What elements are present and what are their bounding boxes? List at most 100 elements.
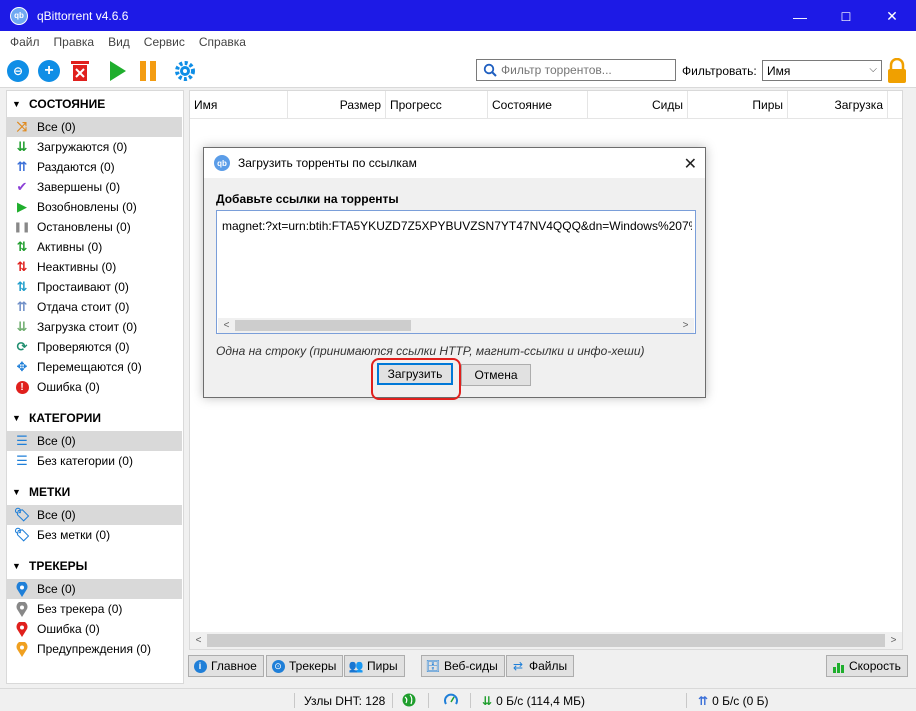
menu-view[interactable]: Вид	[101, 35, 137, 49]
category-uncategorized[interactable]: ☰ Без категории (0)	[7, 451, 182, 471]
tab-peers[interactable]: 👥 Пиры	[344, 655, 405, 677]
menu-bar: Файл Правка Вид Сервис Справка	[0, 31, 916, 53]
shuffle-icon: ⤨	[16, 119, 28, 134]
links-textarea[interactable]: magnet:?xt=urn:btih:FTA5YKUZD7Z5XPYBUVZS…	[216, 210, 696, 334]
tab-webseeds[interactable]: 🗄 Веб-сиды	[421, 655, 505, 677]
links-text-value: magnet:?xt=urn:btih:FTA5YKUZD7Z5XPYBUVZS…	[222, 219, 692, 233]
tracker-trackerless[interactable]: Без трекера (0)	[7, 599, 182, 619]
stalled-arrows-icon: ⇅	[16, 279, 28, 294]
tracker-all[interactable]: Все (0)	[7, 579, 182, 599]
menu-edit[interactable]: Правка	[47, 35, 102, 49]
list-icon: ☰	[16, 453, 28, 468]
sidebar: ▼ СОСТОЯНИЕ ⤨ Все (0) ⇊ Загружаются (0) ⇈ Ра…	[6, 90, 184, 684]
caret-down-icon: ▼	[12, 561, 21, 571]
column-progress[interactable]: Прогресс	[386, 91, 488, 119]
column-seeds[interactable]: Сиды	[588, 91, 688, 119]
status-downloading[interactable]: ⇊ Загружаются (0)	[7, 137, 182, 157]
download-from-urls-dialog: qb Загрузить торренты по ссылкам ✕ Добав…	[203, 147, 706, 400]
status-resumed[interactable]: ▶ Возобновлены (0)	[7, 197, 182, 217]
webseeds-icon: 🗄	[425, 659, 441, 673]
horizontal-scrollbar[interactable]: < >	[190, 632, 902, 649]
section-tags-header[interactable]: ▼ МЕТКИ	[7, 485, 70, 499]
column-status[interactable]: Состояние	[488, 91, 588, 119]
status-inactive[interactable]: ⇅ Неактивны (0)	[7, 257, 182, 277]
error-icon: !	[14, 379, 30, 395]
links-label: Добавьте ссылки на торренты	[216, 192, 399, 206]
tab-general[interactable]: i Главное	[188, 655, 264, 677]
links-hint: Одна на строку (принимаются ссылки HTTP,…	[216, 344, 645, 358]
scroll-right-icon[interactable]: >	[677, 318, 694, 333]
delete-icon[interactable]	[68, 59, 92, 83]
scrollbar-thumb[interactable]	[207, 634, 885, 647]
menu-help[interactable]: Справка	[192, 35, 253, 49]
menu-tools[interactable]: Сервис	[137, 35, 192, 49]
close-button[interactable]: ✕	[869, 1, 915, 32]
dialog-title-bar: qb Загрузить торренты по ссылкам ✕	[204, 148, 705, 178]
app-logo-icon: qb	[213, 154, 231, 172]
column-size[interactable]: Размер	[288, 91, 386, 119]
tracker-error[interactable]: Ошибка (0)	[7, 619, 182, 639]
caret-down-icon: ▼	[12, 487, 21, 497]
pause-icon[interactable]	[136, 59, 160, 83]
tag-untagged[interactable]: 🏷 Без метки (0)	[7, 525, 182, 545]
globe-icon[interactable]	[402, 693, 416, 707]
dialog-close-icon[interactable]: ✕	[684, 154, 697, 174]
resume-icon[interactable]	[105, 59, 129, 83]
scrollbar-thumb[interactable]	[235, 320, 411, 331]
settings-gear-icon[interactable]	[173, 59, 197, 83]
download-icon: ⇊	[16, 139, 28, 154]
pin-icon	[14, 581, 30, 597]
status-all[interactable]: ⤨ Все (0)	[7, 117, 182, 137]
maximize-button[interactable]: ☐	[823, 1, 869, 32]
status-paused[interactable]: ❚❚ Остановлены (0)	[7, 217, 182, 237]
filter-search-box[interactable]	[476, 59, 676, 81]
status-errored[interactable]: ! Ошибка (0)	[7, 377, 182, 397]
tag-all[interactable]: 🏷 Все (0)	[7, 505, 182, 525]
status-active[interactable]: ⇅ Активны (0)	[7, 237, 182, 257]
column-name[interactable]: Имя	[190, 91, 288, 119]
pin-icon	[14, 621, 30, 637]
menu-file[interactable]: Файл	[3, 35, 47, 49]
textarea-horizontal-scrollbar[interactable]: < >	[218, 318, 694, 333]
column-download-speed[interactable]: Загрузка	[788, 91, 888, 119]
status-completed[interactable]: ✔ Завершены (0)	[7, 177, 182, 197]
check-icon: ✔	[16, 179, 28, 194]
section-categories-header[interactable]: ▼ КАТЕГОРИИ	[7, 411, 101, 425]
section-status-header[interactable]: ▼ СОСТОЯНИЕ	[7, 97, 105, 111]
scroll-right-icon[interactable]: >	[885, 632, 902, 649]
status-seeding[interactable]: ⇈ Раздаются (0)	[7, 157, 182, 177]
add-link-icon[interactable]: ⊖	[6, 59, 30, 83]
active-arrows-icon: ⇅	[16, 239, 28, 254]
section-trackers-header[interactable]: ▼ ТРЕКЕРЫ	[7, 559, 87, 573]
status-stalled-uploading[interactable]: ⇈ Отдача стоит (0)	[7, 297, 182, 317]
status-stalled-downloading[interactable]: ⇊ Загрузка стоит (0)	[7, 317, 182, 337]
status-bar: Узлы DHT: 128 ⇊ 0 Б/с (114,4 МБ) ⇈ 0 Б/с (…	[0, 688, 916, 711]
refresh-icon: ⟳	[16, 339, 28, 354]
tracker-warning[interactable]: Предупреждения (0)	[7, 639, 182, 659]
lock-icon[interactable]	[887, 57, 907, 84]
download-button[interactable]: Загрузить	[377, 363, 453, 385]
tab-files[interactable]: ⇄ Файлы	[506, 655, 575, 677]
filter-field-select[interactable]: Имя ⌵	[762, 60, 882, 81]
category-all[interactable]: ☰ Все (0)	[7, 431, 182, 451]
add-torrent-icon[interactable]: +	[37, 59, 61, 83]
stalled-download-icon: ⇊	[16, 319, 28, 334]
column-peers[interactable]: Пиры	[688, 91, 788, 119]
divider	[428, 693, 429, 708]
list-icon: ☰	[16, 433, 28, 448]
scroll-left-icon[interactable]: <	[218, 318, 235, 333]
cancel-button[interactable]: Отмена	[461, 364, 531, 386]
chevron-down-icon: ⌵	[869, 64, 877, 75]
status-checking[interactable]: ⟳ Проверяются (0)	[7, 337, 182, 357]
status-stalled[interactable]: ⇅ Простаивают (0)	[7, 277, 182, 297]
scroll-left-icon[interactable]: <	[190, 632, 207, 649]
info-icon: i	[193, 659, 207, 673]
tab-speed[interactable]: Скорость	[826, 655, 908, 677]
filter-input[interactable]	[501, 63, 671, 77]
download-icon: ⇊	[482, 694, 493, 708]
tab-trackers[interactable]: ⊙ Трекеры	[266, 655, 344, 677]
peers-icon: 👥	[348, 659, 364, 673]
speed-limit-icon[interactable]	[444, 693, 458, 707]
status-moving[interactable]: ✥ Перемещаются (0)	[7, 357, 182, 377]
minimize-button[interactable]: —	[777, 1, 823, 32]
